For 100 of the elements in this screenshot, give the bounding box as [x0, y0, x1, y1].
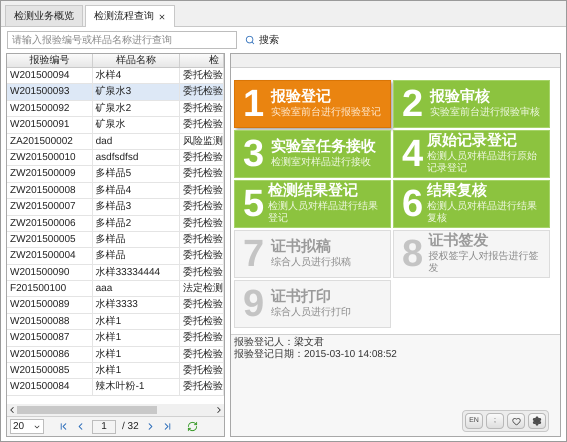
table-cell: W201500087 — [7, 330, 93, 346]
step-title: 实验室任务接收 — [271, 138, 376, 156]
step-number: 3 — [243, 135, 266, 173]
table-cell: 矿泉水2 — [92, 100, 180, 116]
close-icon[interactable] — [158, 12, 166, 20]
table-row[interactable]: ZW201500009 多样品5 委托检验 — [7, 166, 224, 183]
step-number: 6 — [402, 185, 424, 223]
scrollbar-thumb[interactable] — [17, 406, 157, 414]
search-icon — [245, 35, 255, 45]
table-cell: 委托检验 — [180, 232, 224, 248]
column-header[interactable]: 报验编号 — [7, 54, 93, 67]
step-number: 2 — [402, 85, 424, 123]
step-title: 报验审核 — [430, 88, 491, 106]
table-cell: 委托检验 — [180, 182, 224, 198]
info-text: 报验登记人：梁文君 — [234, 337, 325, 348]
settings-button[interactable] — [528, 413, 546, 429]
table-row[interactable]: W201500085 水样1 委托检验 — [7, 363, 224, 380]
table-cell: ZA201500002 — [7, 134, 93, 149]
table-row[interactable]: ZW201500005 多样品 委托检验 — [7, 232, 224, 248]
table-cell: 矿泉水 — [92, 117, 180, 133]
step-title: 证书拟稿 — [271, 238, 332, 256]
info-text: 报验登记日期：2015-03-10 14:08:52 — [234, 349, 398, 361]
table-cell: 矿泉水3 — [92, 84, 180, 100]
table-cell: W201500089 — [7, 297, 93, 313]
table-cell: 多样品 — [92, 248, 180, 264]
table-cell: 委托检验 — [180, 117, 224, 133]
column-header[interactable]: 检 — [180, 54, 224, 67]
table-cell: 风险监测 — [180, 134, 224, 149]
table-cell: ZW201500010 — [7, 150, 93, 166]
step-description: 检测人员对样品进行原始记录登记 — [427, 150, 538, 176]
table-cell: 委托检验 — [180, 248, 224, 264]
table-cell: 多样品 — [92, 232, 180, 248]
step-number: 1 — [243, 85, 266, 123]
toolbar-button[interactable] — [507, 413, 525, 429]
step-title: 证书打印 — [271, 288, 332, 306]
table-cell: ZW201500008 — [7, 182, 93, 198]
table-cell: W201500092 — [7, 100, 93, 116]
table-row[interactable]: W201500084 辣木叶粉-1 委托检验 — [7, 379, 224, 396]
search-field[interactable]: 请输入报验编号或样品名称进行查询 — [7, 31, 237, 49]
table-row[interactable]: W201500093 矿泉水3 委托检验 — [7, 84, 224, 101]
table-cell: 委托检验 — [180, 363, 224, 378]
table-cell: ZW201500009 — [7, 166, 93, 182]
table-cell: 委托检验 — [180, 264, 224, 280]
table-row[interactable]: ZA201500002 dad 风险监测 — [7, 134, 224, 150]
table-row[interactable]: W201500090 水样33334444 委托检验 — [7, 264, 224, 282]
table-cell: 委托检验 — [180, 297, 224, 313]
table-cell: 多样品5 — [92, 166, 180, 182]
table-row[interactable]: W201500088 水样1 委托检验 — [7, 314, 224, 330]
table-cell: W201500084 — [7, 379, 93, 395]
column-header[interactable]: 样品名称 — [92, 54, 180, 67]
table-cell: 法定检测 — [180, 281, 224, 296]
table-row[interactable]: ZW201500007 多样品3 委托检验 — [7, 199, 224, 216]
step-description: 综合人员进行拟稿 — [271, 257, 351, 270]
step-description: 实验室前台进行报验登记 — [271, 107, 381, 120]
table-cell: 委托检验 — [180, 379, 224, 395]
page-field[interactable]: 1 — [92, 420, 116, 434]
step-description: 检测人员对样品进行结果复核 — [427, 200, 538, 226]
table-row[interactable]: W201500092 矿泉水2 委托检验 — [7, 100, 224, 118]
table-cell: ZW201500005 — [7, 232, 93, 248]
table-cell: 辣木叶粉-1 — [92, 379, 180, 395]
table-cell: F201500100 — [7, 281, 93, 296]
table-cell: 水样3333 — [92, 297, 180, 313]
tab[interactable]: 检测业务概览 — [5, 5, 83, 26]
page-size-dropdown[interactable]: 20 — [10, 419, 44, 434]
heart-icon — [512, 416, 520, 426]
table-cell: 水样1 — [92, 314, 180, 330]
table-row[interactable]: W201500089 水样3333 委托检验 — [7, 297, 224, 314]
table-cell: 多样品4 — [92, 182, 180, 198]
page-total: / 32 — [122, 420, 139, 434]
refresh-icon[interactable] — [186, 421, 198, 432]
table-cell: 多样品2 — [92, 216, 180, 231]
table-row[interactable]: ZW201500010 asdfsdfsd 委托检验 — [7, 150, 224, 166]
step-description: 综合人员进行打印 — [271, 307, 351, 320]
step-description: 检测室对样品进行接收 — [271, 157, 372, 170]
table-row[interactable]: ZW201500004 多样品 委托检验 — [7, 248, 224, 265]
table-cell: ZW201500004 — [7, 248, 93, 264]
last-page-icon[interactable] — [162, 421, 173, 432]
table-cell: W201500093 — [7, 84, 93, 100]
step-number: 4 — [402, 135, 424, 173]
tab[interactable]: 检测流程查询 — [85, 5, 175, 27]
step-number: 5 — [243, 185, 264, 223]
step-title: 证书签发 — [428, 232, 490, 250]
table-cell: 委托检验 — [180, 346, 224, 362]
table-row[interactable]: F201500100 aaa 法定检测 — [7, 281, 224, 298]
table-row[interactable]: ZW201500006 多样品2 委托检验 — [7, 216, 224, 232]
table-row[interactable]: W201500086 水样1 委托检验 — [7, 346, 224, 364]
first-page-icon[interactable] — [58, 421, 69, 432]
table-cell: 水样33334444 — [92, 264, 180, 280]
table-cell: 委托检验 — [180, 68, 224, 84]
table-row[interactable]: ZW201500008 多样品4 委托检验 — [7, 182, 224, 200]
table-cell: aaa — [92, 281, 180, 296]
table-cell: W201500086 — [7, 346, 93, 362]
table-cell: 多样品3 — [92, 199, 180, 215]
step-description: 授权签字人对报告进行签发 — [428, 250, 540, 276]
table-cell: 委托检验 — [180, 199, 224, 215]
table-cell: 委托检验 — [180, 84, 224, 100]
table-row[interactable]: W201500087 水样1 委托检验 — [7, 330, 224, 347]
search-button[interactable]: 搜索 — [245, 32, 279, 48]
table-row[interactable]: W201500091 矿泉水 委托检验 — [7, 117, 224, 134]
table-cell: 委托检验 — [180, 330, 224, 346]
